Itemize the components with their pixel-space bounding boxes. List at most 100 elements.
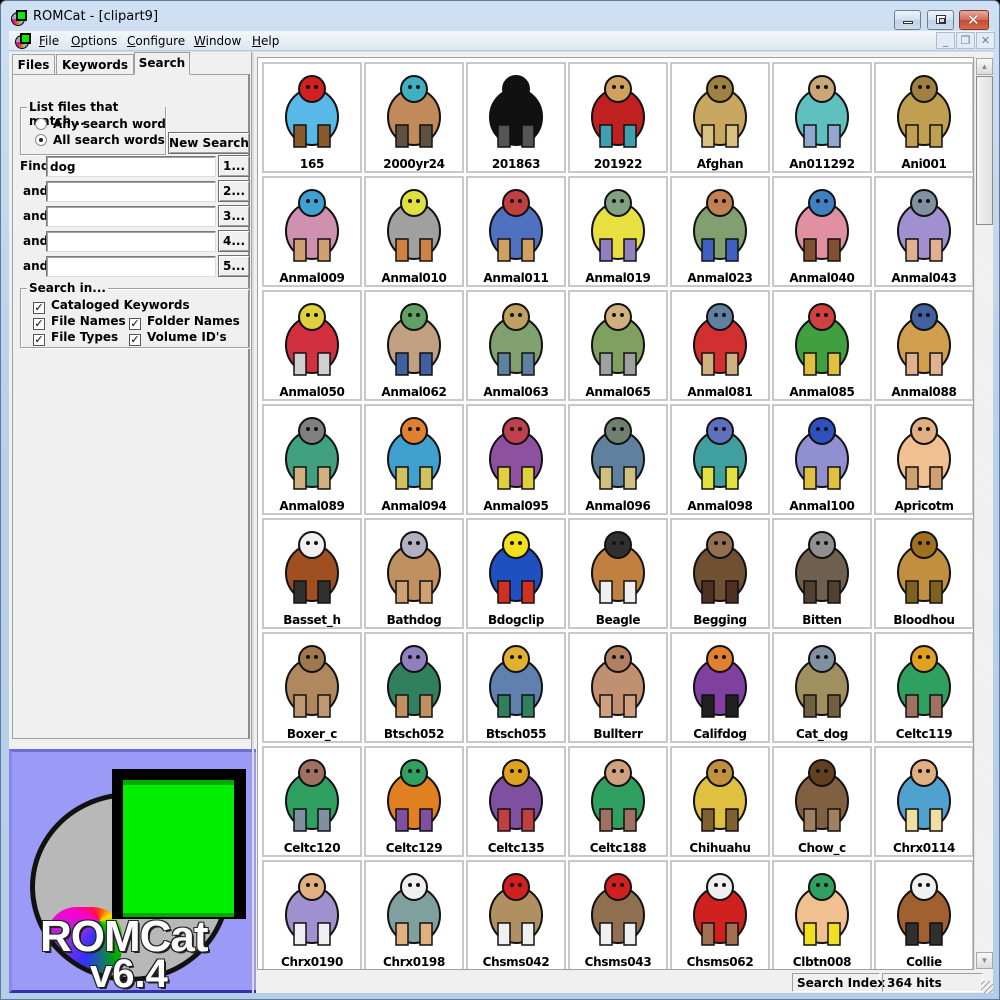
all-search-words-radio[interactable]: All search words bbox=[35, 133, 165, 147]
thumbnail-item[interactable]: Clbtn008 bbox=[772, 860, 872, 969]
find-input-1[interactable] bbox=[46, 156, 216, 177]
thumbnail-item[interactable]: Bdogclip bbox=[466, 518, 566, 629]
thumbnail-item[interactable]: 165 bbox=[262, 62, 362, 173]
thumbnail-item[interactable]: Collie bbox=[874, 860, 973, 969]
thumbnail-item[interactable]: Bloodhou bbox=[874, 518, 973, 629]
scroll-down-button[interactable]: ▼ bbox=[976, 952, 993, 969]
keyword-picker-button-3[interactable]: 3... bbox=[218, 205, 250, 227]
thumbnail-item[interactable]: Anmal010 bbox=[364, 176, 464, 287]
thumbnail-item[interactable]: Apricotm bbox=[874, 404, 973, 515]
find-input-5[interactable] bbox=[46, 256, 216, 277]
document-system-menu-icon[interactable] bbox=[15, 33, 31, 49]
find-input-4[interactable] bbox=[46, 231, 216, 252]
thumbnail-item[interactable]: Anmal050 bbox=[262, 290, 362, 401]
thumbnail-item[interactable]: Afghan bbox=[670, 62, 770, 173]
thumbnail-item[interactable]: Bullterr bbox=[568, 632, 668, 743]
menu-window[interactable]: Window bbox=[194, 34, 241, 48]
minimize-button[interactable] bbox=[894, 10, 921, 30]
thumbnail-item[interactable]: Chsms062 bbox=[670, 860, 770, 969]
thumbnail-item[interactable]: Cat_dog bbox=[772, 632, 872, 743]
thumbnail-label: Anmal095 bbox=[483, 499, 549, 513]
thumbnail-item[interactable]: Chrx0190 bbox=[262, 860, 362, 969]
keyword-picker-button-4[interactable]: 4... bbox=[218, 230, 250, 252]
thumbnail-item[interactable]: Anmal009 bbox=[262, 176, 362, 287]
thumbnail-item[interactable]: Bitten bbox=[772, 518, 872, 629]
resize-grip[interactable] bbox=[981, 981, 993, 993]
and-label: and bbox=[23, 259, 49, 273]
scroll-up-button[interactable]: ▲ bbox=[976, 58, 993, 75]
new-search-button[interactable]: New Search bbox=[168, 132, 250, 154]
menu-help-label: elp bbox=[261, 34, 280, 48]
keyword-picker-button-1[interactable]: 1... bbox=[218, 155, 250, 177]
thumbnail-item[interactable]: Basset_h bbox=[262, 518, 362, 629]
thumbnail-item[interactable]: Celtc129 bbox=[364, 746, 464, 857]
volume-ids-checkbox[interactable]: ✓ Volume ID's bbox=[129, 330, 227, 346]
thumbnail-item[interactable]: Begging bbox=[670, 518, 770, 629]
mdi-minimize-button[interactable]: _ bbox=[936, 32, 955, 49]
thumbnail-item[interactable]: Anmal085 bbox=[772, 290, 872, 401]
thumbnail-item[interactable]: Anmal095 bbox=[466, 404, 566, 515]
cataloged-keywords-checkbox[interactable]: ✓ Cataloged Keywords bbox=[33, 298, 190, 314]
status-hit-count: 364 hits bbox=[882, 973, 983, 992]
thumbnail-item[interactable]: Celtc119 bbox=[874, 632, 973, 743]
thumbnail-item[interactable]: Anmal089 bbox=[262, 404, 362, 515]
menu-help[interactable]: Help bbox=[252, 34, 279, 48]
thumbnail-item[interactable]: An011292 bbox=[772, 62, 872, 173]
thumbnail-item[interactable]: Anmal100 bbox=[772, 404, 872, 515]
thumbnail-item[interactable]: Anmal081 bbox=[670, 290, 770, 401]
title-bar[interactable]: ROMCat - [clipart9] ✕ bbox=[1, 1, 999, 31]
thumbnail-item[interactable]: Anmal062 bbox=[364, 290, 464, 401]
tab-keywords[interactable]: Keywords bbox=[56, 54, 134, 74]
file-names-checkbox[interactable]: ✓ File Names bbox=[33, 314, 126, 330]
thumbnail-item[interactable]: Anmal088 bbox=[874, 290, 973, 401]
menu-file[interactable]: File bbox=[39, 34, 59, 48]
thumbnail-item[interactable]: Btsch055 bbox=[466, 632, 566, 743]
thumbnail-item[interactable]: Anmal019 bbox=[568, 176, 668, 287]
thumbnail-item[interactable]: Boxer_c bbox=[262, 632, 362, 743]
thumbnail-item[interactable]: Chsms043 bbox=[568, 860, 668, 969]
thumbnail-item[interactable]: Anmal065 bbox=[568, 290, 668, 401]
thumbnail-item[interactable]: Bathdog bbox=[364, 518, 464, 629]
thumbnail-item[interactable]: Anmal040 bbox=[772, 176, 872, 287]
thumbnail-item[interactable]: Anmal094 bbox=[364, 404, 464, 515]
thumbnail-item[interactable]: Chihuahu bbox=[670, 746, 770, 857]
menu-options[interactable]: Options bbox=[71, 34, 117, 48]
thumbnail-item[interactable]: Celtc188 bbox=[568, 746, 668, 857]
keyword-picker-button-5[interactable]: 5... bbox=[218, 255, 250, 277]
thumbnail-label: Celtc120 bbox=[283, 841, 341, 855]
thumbnail-item[interactable]: Ani001 bbox=[874, 62, 973, 173]
thumbnail-item[interactable]: Chrx0198 bbox=[364, 860, 464, 969]
thumbnail-item[interactable]: Chow_c bbox=[772, 746, 872, 857]
thumbnail-item[interactable]: 201863 bbox=[466, 62, 566, 173]
close-button[interactable]: ✕ bbox=[959, 10, 989, 30]
thumbnail-item[interactable]: Anmal098 bbox=[670, 404, 770, 515]
any-search-word-radio[interactable]: Any search word bbox=[35, 117, 166, 131]
find-input-2[interactable] bbox=[46, 181, 216, 202]
tab-search[interactable]: Search bbox=[134, 52, 190, 75]
file-types-checkbox[interactable]: ✓ File Types bbox=[33, 330, 118, 346]
mdi-close-button[interactable]: ✕ bbox=[976, 32, 995, 49]
thumbnail-item[interactable]: Celtc135 bbox=[466, 746, 566, 857]
thumbnail-item[interactable]: Anmal011 bbox=[466, 176, 566, 287]
thumbnail-item[interactable]: Anmal043 bbox=[874, 176, 973, 287]
thumbnail-item[interactable]: Celtc120 bbox=[262, 746, 362, 857]
thumbnail-item[interactable]: Anmal096 bbox=[568, 404, 668, 515]
vertical-scrollbar[interactable]: ▲ ▼ bbox=[974, 57, 993, 970]
keyword-picker-button-2[interactable]: 2... bbox=[218, 180, 250, 202]
menu-configure[interactable]: Configure bbox=[127, 34, 185, 48]
thumbnail-item[interactable]: Btsch052 bbox=[364, 632, 464, 743]
thumbnail-item[interactable]: 201922 bbox=[568, 62, 668, 173]
thumbnail-item[interactable]: 2000yr24 bbox=[364, 62, 464, 173]
thumbnail-item[interactable]: Chrx0114 bbox=[874, 746, 973, 857]
thumbnail-item[interactable]: Anmal063 bbox=[466, 290, 566, 401]
scrollbar-thumb[interactable] bbox=[976, 76, 993, 225]
thumbnail-item[interactable]: Beagle bbox=[568, 518, 668, 629]
mdi-restore-button[interactable]: ❐ bbox=[956, 32, 975, 49]
folder-names-checkbox[interactable]: ✓ Folder Names bbox=[129, 314, 240, 330]
thumbnail-item[interactable]: Anmal023 bbox=[670, 176, 770, 287]
thumbnail-item[interactable]: Califdog bbox=[670, 632, 770, 743]
thumbnail-item[interactable]: Chsms042 bbox=[466, 860, 566, 969]
tab-files[interactable]: Files bbox=[12, 54, 55, 74]
maximize-button[interactable] bbox=[927, 10, 954, 30]
find-input-3[interactable] bbox=[46, 206, 216, 227]
